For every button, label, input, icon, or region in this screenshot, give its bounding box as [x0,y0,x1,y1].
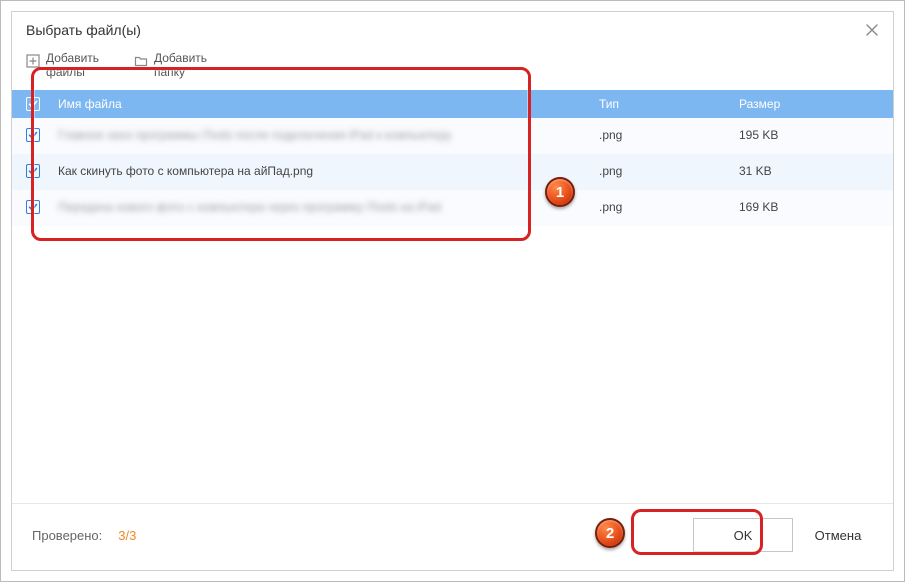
file-type: .png [599,200,739,214]
file-size: 31 KB [739,164,879,178]
row-checkbox[interactable] [26,164,40,178]
column-header-size[interactable]: Размер [739,97,879,111]
table-row[interactable]: Передача нового фото с компьютера через … [12,190,893,226]
close-icon[interactable] [865,23,879,37]
plus-square-icon [26,54,40,68]
titlebar: Выбрать файл(ы) [12,12,893,44]
column-header-type[interactable]: Тип [599,97,739,111]
file-type: .png [599,164,739,178]
file-size: 169 KB [739,200,879,214]
table-row[interactable]: Главное окно программы iTools после подк… [12,118,893,154]
file-name: Главное окно программы iTools после подк… [54,128,599,142]
footer: Проверено: 3/3 OK Отмена [12,503,893,570]
dialog-title: Выбрать файл(ы) [26,22,865,38]
status-label: Проверено: [32,528,102,543]
add-files-button[interactable]: Добавить файлы [26,52,116,80]
file-size: 195 KB [739,128,879,142]
add-folder-button[interactable]: Добавить папку [134,52,224,80]
table-row[interactable]: Как скинуть фото с компьютера на айПад.p… [12,154,893,190]
add-folder-label: Добавить папку [154,52,224,80]
cancel-button[interactable]: Отмена [803,518,873,552]
add-files-label: Добавить файлы [46,52,116,80]
file-type: .png [599,128,739,142]
row-checkbox[interactable] [26,128,40,142]
ok-button[interactable]: OK [693,518,793,552]
status-count: 3/3 [118,528,136,543]
row-checkbox[interactable] [26,200,40,214]
file-name: Как скинуть фото с компьютера на айПад.p… [54,164,599,178]
table-header: Имя файла Тип Размер [12,90,893,118]
file-name: Передача нового фото с компьютера через … [54,200,599,214]
folder-icon [134,54,148,68]
select-all-checkbox[interactable] [26,97,40,111]
column-header-name[interactable]: Имя файла [54,97,599,111]
toolbar: Добавить файлы Добавить папку [12,44,893,90]
file-list: Главное окно программы iTools после подк… [12,118,893,226]
file-picker-dialog: Выбрать файл(ы) Добавить файлы Добавить … [11,11,894,571]
